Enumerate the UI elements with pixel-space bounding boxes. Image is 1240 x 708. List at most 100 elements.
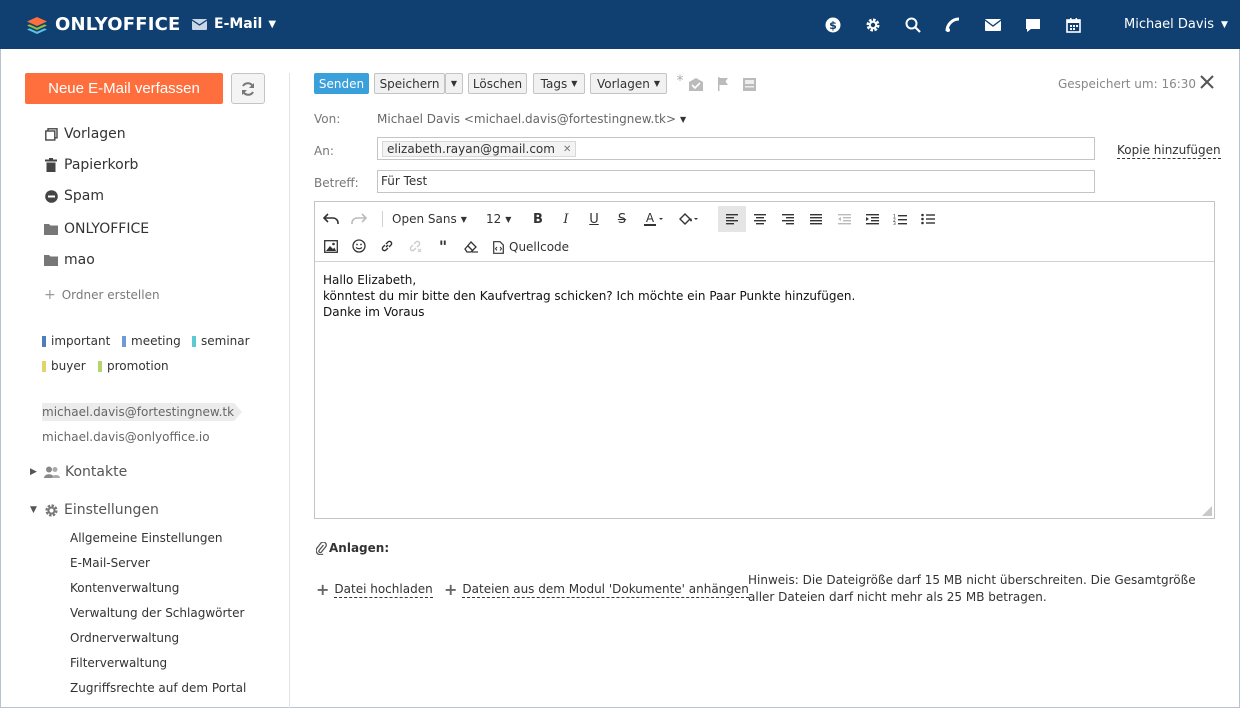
- editor-toolbar: Open Sans ▼ 12 ▼ B I U S A 123 " Quellcode: [315, 202, 1214, 262]
- user-menu[interactable]: Michael Davis ▼: [1124, 17, 1228, 32]
- indent-icon[interactable]: [862, 209, 882, 229]
- from-select[interactable]: Michael Davis <michael.davis@fortestingn…: [377, 112, 686, 126]
- source-code-button[interactable]: Quellcode: [493, 240, 569, 254]
- align-right-icon[interactable]: [778, 209, 798, 229]
- save-dropdown-button[interactable]: ▼: [445, 73, 463, 94]
- settings-item-tags[interactable]: Verwaltung der Schlagwörter: [70, 606, 244, 620]
- upload-file-link[interactable]: + Datei hochladen: [316, 580, 433, 599]
- tag-meeting[interactable]: meeting: [122, 334, 181, 348]
- archive-icon[interactable]: [742, 77, 756, 91]
- attachments-heading: Anlagen:: [316, 541, 389, 555]
- background-color-icon[interactable]: [676, 209, 702, 229]
- blockquote-icon[interactable]: ": [433, 236, 453, 256]
- settings-item-folders[interactable]: Ordnerverwaltung: [70, 631, 179, 645]
- font-family-select[interactable]: Open Sans ▼: [392, 212, 467, 226]
- delete-button[interactable]: Löschen: [468, 73, 527, 94]
- align-justify-icon[interactable]: [806, 209, 826, 229]
- create-folder-link[interactable]: + Ordner erstellen: [44, 287, 160, 303]
- attachments-title: Anlagen:: [329, 541, 390, 555]
- refresh-button[interactable]: [231, 73, 265, 104]
- add-copy-link[interactable]: Kopie hinzufügen: [1117, 143, 1221, 159]
- settings-item-access-rights[interactable]: Zugriffsrechte auf dem Portal: [70, 681, 246, 695]
- outdent-icon[interactable]: [834, 209, 854, 229]
- sidebar-item-mao[interactable]: mao: [44, 252, 95, 268]
- important-star-icon[interactable]: *: [673, 73, 687, 89]
- module-switcher[interactable]: E-Mail ▼: [192, 16, 276, 32]
- settings-item-mail-server[interactable]: E-Mail-Server: [70, 556, 150, 570]
- svg-text:$: $: [829, 19, 837, 32]
- chevron-down-icon: ▼: [450, 79, 458, 88]
- subject-input[interactable]: Für Test: [377, 170, 1095, 193]
- chevron-down-icon: ▼: [268, 18, 277, 30]
- plus-icon: +: [444, 580, 458, 599]
- sidebar-item-trash[interactable]: Papierkorb: [44, 157, 138, 173]
- numbered-list-icon[interactable]: 123: [890, 209, 910, 229]
- tag-buyer[interactable]: buyer: [42, 359, 86, 373]
- close-icon[interactable]: [1200, 75, 1214, 89]
- bullet-list-icon[interactable]: [918, 209, 938, 229]
- recipient-chip[interactable]: elizabeth.rayan@gmail.com ✕: [382, 141, 577, 157]
- tag-label: promotion: [107, 359, 169, 373]
- source-code-icon: [493, 240, 504, 254]
- sidebar-item-label: Vorlagen: [64, 126, 126, 142]
- tag-promotion[interactable]: promotion: [98, 359, 169, 373]
- saved-status: Gespeichert um: 16:30: [1058, 77, 1197, 91]
- message-body[interactable]: Hallo Elizabeth, könntest du mir bitte d…: [323, 272, 855, 320]
- send-button[interactable]: Senden: [314, 73, 369, 94]
- font-size-select[interactable]: 12 ▼: [486, 212, 511, 226]
- svg-text:3: 3: [893, 221, 896, 225]
- section-label: Einstellungen: [64, 502, 159, 518]
- templates-button[interactable]: Vorlagen ▼: [590, 73, 667, 94]
- text-color-icon[interactable]: A: [642, 209, 668, 229]
- sidebar-item-label: Spam: [64, 188, 104, 204]
- settings-item-general[interactable]: Allgemeine Einstellungen: [70, 531, 222, 545]
- account-onlyoffice[interactable]: michael.davis@onlyoffice.io: [42, 430, 210, 444]
- unlink-icon[interactable]: [405, 236, 425, 256]
- settings-icon[interactable]: [864, 16, 882, 34]
- read-receipt-icon[interactable]: [689, 77, 703, 91]
- tag-color-swatch: [98, 360, 102, 372]
- message-editor[interactable]: Open Sans ▼ 12 ▼ B I U S A 123 " Quellcode…: [314, 201, 1215, 519]
- strikethrough-icon[interactable]: S: [612, 209, 632, 229]
- chat-icon[interactable]: [1024, 16, 1042, 34]
- search-icon[interactable]: [904, 16, 922, 34]
- bold-icon[interactable]: B: [528, 209, 548, 229]
- resize-handle-icon[interactable]: [1202, 506, 1212, 516]
- sidebar-item-spam[interactable]: Spam: [44, 188, 104, 204]
- align-center-icon[interactable]: [750, 209, 770, 229]
- attach-from-documents-link[interactable]: + Dateien aus dem Modul 'Dokumente' anhän…: [444, 580, 749, 599]
- logo[interactable]: ONLYOFFICE: [25, 12, 181, 36]
- to-field[interactable]: elizabeth.rayan@gmail.com ✕: [377, 137, 1095, 160]
- remove-recipient-icon[interactable]: ✕: [563, 144, 571, 155]
- settings-item-accounts[interactable]: Kontenverwaltung: [70, 581, 179, 595]
- feed-icon[interactable]: [944, 16, 962, 34]
- save-button[interactable]: Speichern: [374, 73, 445, 94]
- sidebar-item-templates[interactable]: Vorlagen: [44, 126, 126, 142]
- tag-seminar[interactable]: seminar: [192, 334, 250, 348]
- sidebar-contacts[interactable]: ▶ Kontakte: [30, 464, 127, 480]
- plus-icon: +: [316, 580, 330, 599]
- link-icon[interactable]: [377, 236, 397, 256]
- compose-button[interactable]: Neue E-Mail verfassen: [25, 73, 223, 104]
- settings-item-filters[interactable]: Filterverwaltung: [70, 656, 167, 670]
- underline-icon[interactable]: U: [584, 209, 604, 229]
- remove-format-icon[interactable]: [461, 236, 481, 256]
- redo-icon[interactable]: [349, 209, 369, 229]
- payments-icon[interactable]: $: [824, 16, 842, 34]
- undo-icon[interactable]: [321, 209, 341, 229]
- onlyoffice-logo-icon: [27, 17, 47, 34]
- sidebar-item-onlyoffice[interactable]: ONLYOFFICE: [44, 221, 149, 237]
- flag-icon[interactable]: [716, 77, 730, 91]
- align-left-icon[interactable]: [718, 206, 746, 232]
- calendar-icon[interactable]: [1064, 16, 1082, 34]
- font-size-value: 12: [486, 212, 502, 226]
- tags-button[interactable]: Tags ▼: [533, 73, 585, 94]
- body-line: Hallo Elizabeth,: [323, 273, 417, 287]
- account-fortestingnew[interactable]: michael.davis@fortestingnew.tk: [42, 403, 243, 421]
- tag-important[interactable]: important: [42, 334, 110, 348]
- sidebar-settings[interactable]: ▼ Einstellungen: [30, 502, 159, 518]
- mail-icon[interactable]: [984, 16, 1002, 34]
- insert-image-icon[interactable]: [321, 236, 341, 256]
- italic-icon[interactable]: I: [556, 209, 576, 229]
- emoji-icon[interactable]: [349, 236, 369, 256]
